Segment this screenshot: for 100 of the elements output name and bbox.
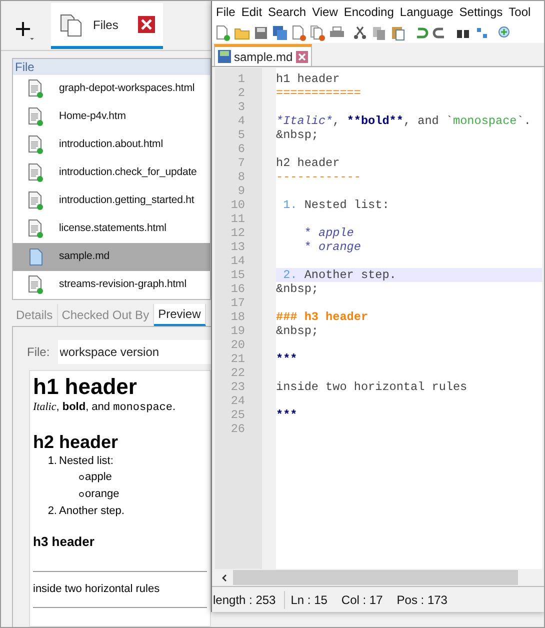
copy-icon (59, 12, 83, 36)
code-line: ============ (276, 86, 362, 100)
status-text: Col : 17 (341, 592, 383, 608)
paste-icon[interactable] (390, 25, 406, 41)
bullet-icon (79, 492, 84, 496)
status-text: length : 253 (212, 590, 285, 608)
preview-heading: h3 header (33, 532, 96, 550)
line-number: 10 (230, 198, 246, 212)
document-icon (29, 248, 43, 266)
menu-item[interactable]: Tool (508, 3, 531, 21)
code-line: *** (276, 352, 298, 366)
file-row[interactable]: introduction.check_for_update (13, 159, 210, 187)
file-row[interactable]: graph-depot-workspaces.html (13, 75, 210, 103)
preview-text: inside two horizontal rules (33, 582, 161, 597)
document-status-icon (28, 135, 44, 155)
file-name: introduction.getting_started.ht (59, 193, 194, 208)
chevron-left-icon (221, 574, 227, 582)
file-name: graph-depot-workspaces.html (59, 81, 195, 96)
document-status-icon (28, 219, 44, 239)
line-number: 8 (236, 170, 246, 184)
code-line: *** (276, 408, 298, 422)
list-item: Another step. (59, 504, 124, 518)
line-number: 19 (230, 324, 246, 338)
tab-label: Files (93, 16, 118, 34)
line-number: 18 (230, 310, 246, 324)
code-line: * apple (303, 226, 355, 240)
line-number: 11 (230, 212, 246, 226)
document-status-icon (28, 191, 44, 211)
new-file-icon[interactable] (215, 25, 231, 41)
bullet-icon (79, 474, 84, 480)
file-name: introduction.about.html (59, 137, 163, 152)
line-number: 14 (230, 254, 246, 268)
document-status-icon (28, 79, 44, 99)
file-row[interactable]: sample.md (13, 243, 210, 271)
document-status-icon (28, 163, 44, 183)
document-status-icon (28, 275, 44, 295)
code-line: * orange (303, 240, 362, 254)
close-all-icon[interactable] (310, 25, 326, 41)
list-item: apple (85, 470, 112, 484)
code-line: &nbsp; (276, 282, 320, 296)
line-number: 13 (230, 240, 246, 254)
detail-tab[interactable]: Preview (154, 304, 206, 326)
line-number: 24 (230, 394, 246, 408)
menu-item[interactable]: File (216, 3, 236, 21)
code-line: ### h3 header (276, 310, 370, 324)
file-name: sample.md (59, 249, 110, 264)
code-line: h2 header (276, 156, 341, 170)
line-number: 9 (236, 184, 246, 198)
code-line: 1. Nested list: (282, 198, 390, 212)
line-number: 26 (230, 422, 246, 436)
file-row[interactable]: introduction.getting_started.ht (13, 187, 210, 215)
preview-heading: h2 header (33, 432, 120, 452)
code-line: ------------ (276, 170, 362, 184)
file-row[interactable]: streams-revision-graph.html (13, 271, 210, 299)
plus-caret-icon (13, 19, 35, 41)
file-name: license.statements.html (59, 221, 166, 236)
line-number: 1 (236, 72, 246, 86)
menu-item[interactable]: Search (268, 3, 306, 21)
file-name: introduction.check_for_update (59, 165, 197, 180)
code-line: &nbsp; (276, 324, 320, 338)
files-tab[interactable]: Files (51, 3, 163, 49)
close-icon[interactable] (138, 16, 155, 33)
line-number: 17 (230, 296, 246, 310)
preview-heading: h1 header (33, 375, 138, 399)
save-icon[interactable] (253, 25, 269, 41)
status-text: Pos : 173 (396, 592, 448, 608)
file-field[interactable]: workspace version (58, 340, 211, 364)
scrollbar-thumb[interactable] (233, 570, 518, 585)
close-file-icon[interactable] (291, 25, 307, 41)
line-number: 20 (230, 338, 246, 352)
save-all-icon[interactable] (272, 25, 288, 41)
line-number: 12 (230, 226, 246, 240)
document-tab[interactable]: sample.md (214, 44, 312, 66)
list-number: 2. (46, 504, 57, 518)
menu-item[interactable]: Settings (459, 3, 503, 21)
list-number: 1. (46, 454, 57, 468)
scissors-icon[interactable] (352, 25, 368, 41)
line-number: 7 (236, 156, 246, 170)
menu-item[interactable]: Encoding (344, 3, 394, 21)
file-row[interactable]: Home-p4v.htm (13, 103, 210, 131)
menu-item[interactable]: Edit (241, 3, 262, 21)
close-icon[interactable] (296, 50, 308, 62)
column-header[interactable]: File (13, 59, 210, 75)
file-row[interactable]: introduction.about.html (13, 131, 210, 159)
line-number: 21 (230, 352, 246, 366)
document-status-icon (28, 107, 44, 127)
field-label: File: (27, 344, 50, 361)
code-line: h1 header (276, 72, 341, 86)
preview-paragraph: Italic, bold, and monospace. (33, 400, 177, 416)
menu-item[interactable]: View (312, 3, 338, 21)
line-number: 6 (236, 142, 246, 156)
tab-label: sample.md (234, 48, 293, 66)
code-line: inside two horizontal rules (276, 380, 468, 394)
status-text: Ln : 15 (290, 592, 328, 608)
menu-item[interactable]: Language (400, 3, 454, 21)
list-item: orange (85, 486, 120, 502)
line-number: 5 (236, 128, 246, 142)
file-row[interactable]: license.statements.html (13, 215, 210, 243)
line-number: 25 (230, 408, 246, 422)
file-name: Home-p4v.htm (59, 109, 126, 124)
